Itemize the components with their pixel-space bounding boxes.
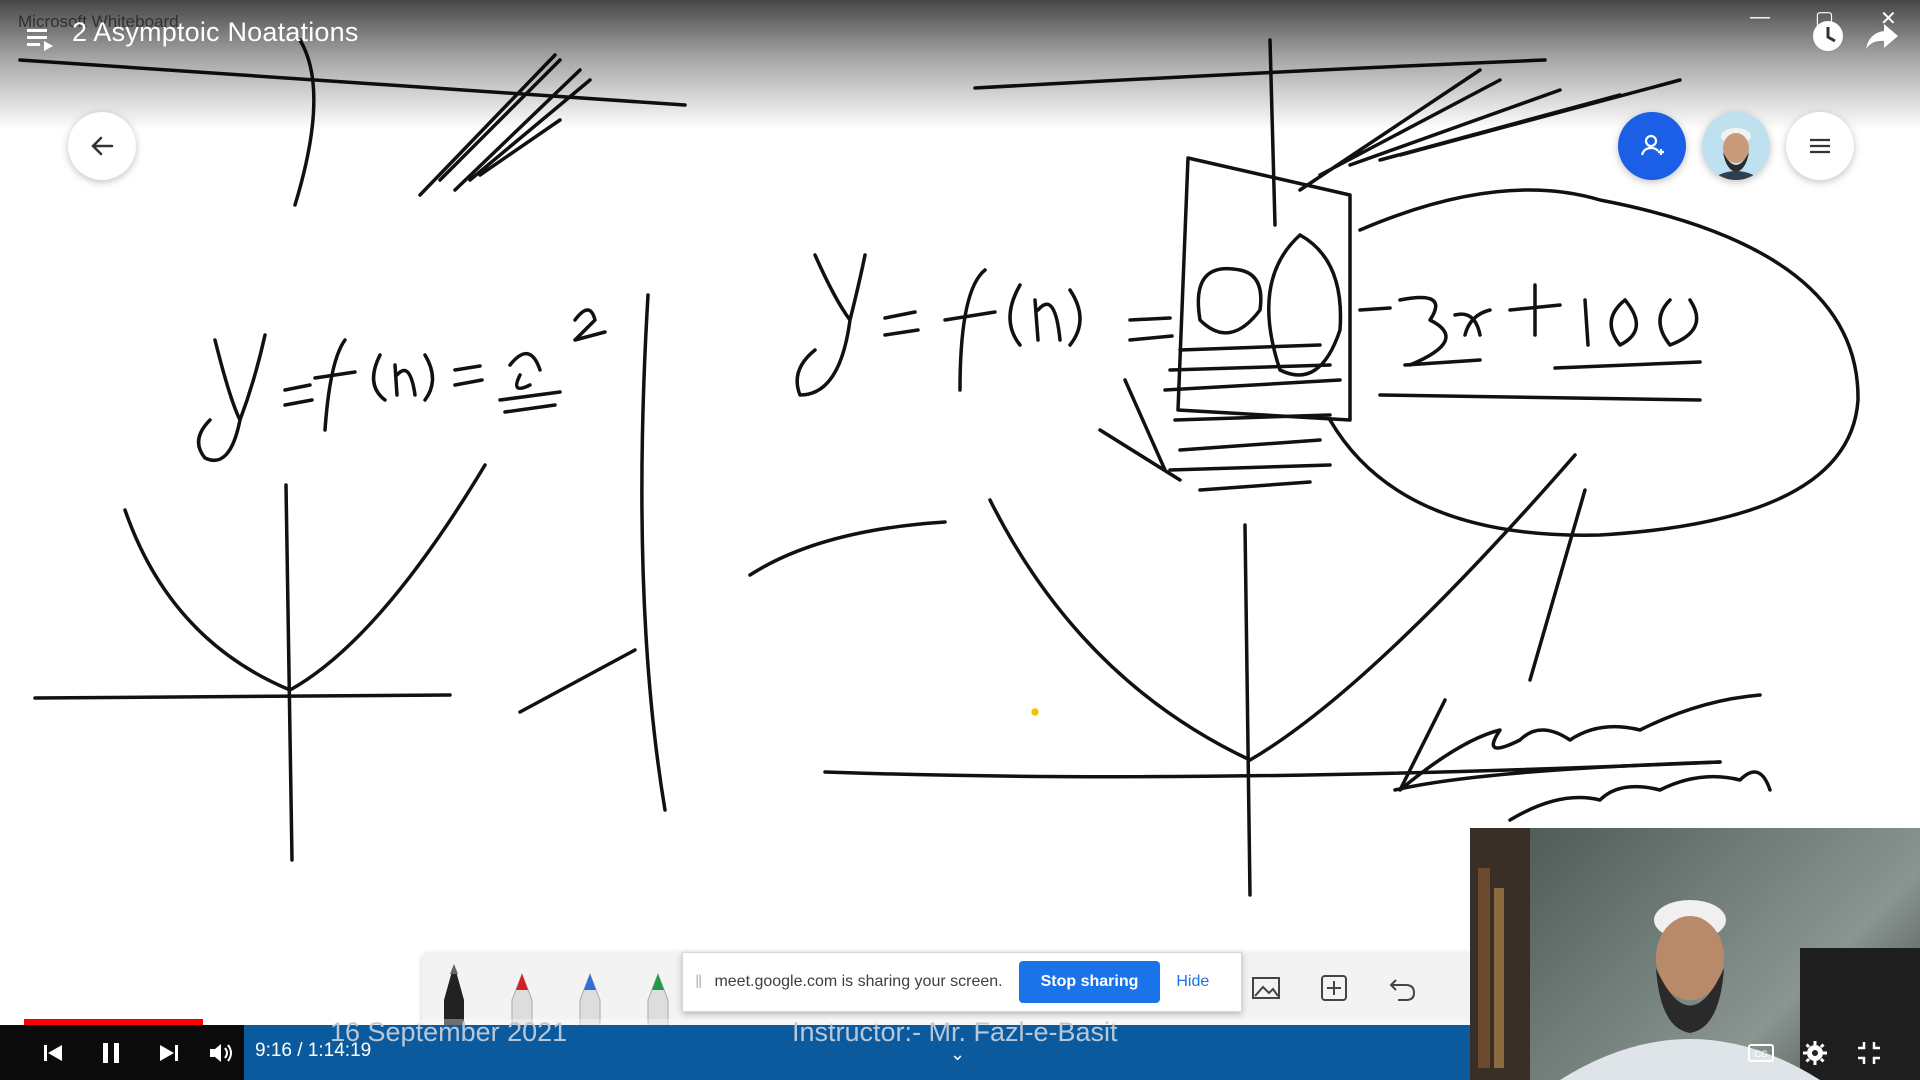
drag-handle-icon[interactable]: ‖ [695,972,702,993]
screen-share-notice: ‖ meet.google.com is sharing your screen… [682,952,1242,1012]
green-pen-icon[interactable] [638,960,678,1026]
playlist-icon[interactable] [24,22,56,54]
cc-icon[interactable]: CC [1744,1036,1778,1070]
avatar[interactable] [1702,112,1770,180]
menu-button[interactable] [1786,112,1854,180]
skip-next-icon[interactable] [152,1036,186,1070]
minimize-icon[interactable]: — [1750,6,1770,29]
add-icon[interactable] [1316,970,1352,1006]
arrow-left-icon [91,136,114,156]
share-arrow-icon[interactable] [1862,16,1902,56]
blue-pen-icon[interactable] [570,960,610,1026]
volume-icon[interactable] [204,1036,238,1070]
stop-sharing-button[interactable]: Stop sharing [1018,961,1161,1003]
person-add-icon [1640,134,1664,156]
insert-image-icon[interactable] [1248,970,1284,1006]
pause-icon[interactable] [94,1036,128,1070]
share-notice-text: meet.google.com is sharing your screen. [714,973,1003,990]
svg-text:CC: CC [1755,1049,1768,1059]
undo-icon[interactable] [1384,970,1420,1006]
gear-icon[interactable] [1798,1036,1832,1070]
hide-button[interactable]: Hide [1176,973,1209,991]
hamburger-icon [1810,138,1830,154]
exit-fullscreen-icon[interactable] [1852,1036,1886,1070]
chevron-down-icon[interactable]: ⌄ [950,1044,965,1065]
skip-previous-icon[interactable] [36,1036,70,1070]
video-title[interactable]: 2 Asymptoic Noatations [72,17,359,48]
invite-people-button[interactable] [1618,112,1686,180]
clock-icon[interactable] [1808,16,1848,56]
time-display: 9:16 / 1:14:19 [255,1040,372,1061]
back-button[interactable] [68,112,136,180]
user-avatar-image [1702,112,1770,180]
